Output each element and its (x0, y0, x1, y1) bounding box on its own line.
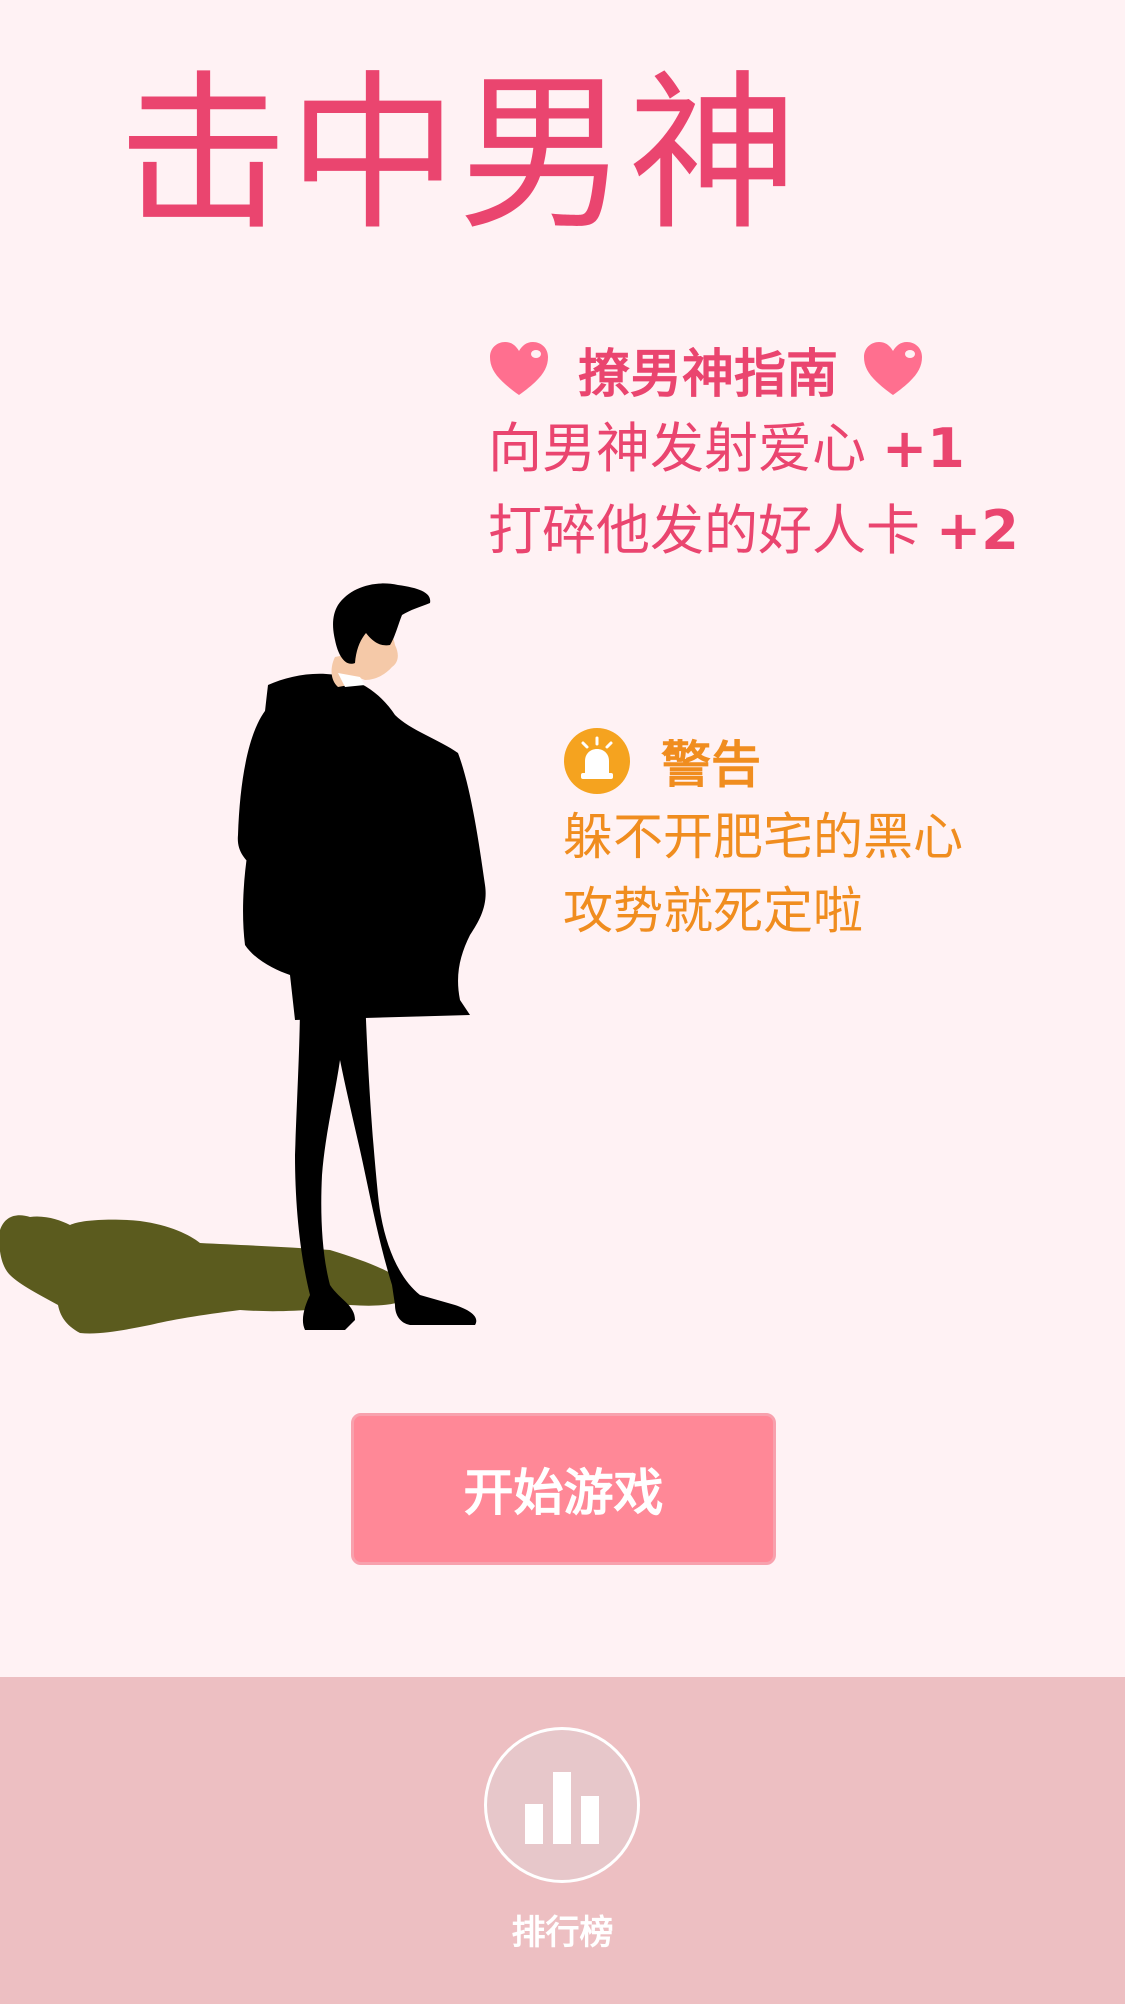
guide-rule-cards-score: +2 (936, 499, 1019, 562)
guide-panel: 撩男神指南 向男神发射爱心 +1 打碎他发的好人卡 +2 (488, 330, 1088, 572)
guide-title: 撩男神指南 (578, 344, 839, 405)
bottom-bar: 排行榜 (0, 1677, 1125, 2004)
warning-title: 警告 (661, 736, 761, 794)
heart-icon (490, 342, 548, 395)
start-game-button[interactable]: 开始游戏 (351, 1413, 776, 1565)
bar-chart-icon (525, 1772, 599, 1844)
warning-header: 警告 (563, 722, 1103, 800)
guide-rule-hearts-score: +1 (882, 417, 965, 480)
alarm-light-icon (564, 728, 630, 794)
man-in-suit-illustration (0, 583, 486, 1334)
warning-panel: 警告 躲不开肥宅的黑心 攻势就死定啦 (563, 722, 1103, 948)
warning-line-1: 躲不开肥宅的黑心 (563, 808, 963, 866)
guide-rule-cards: 打碎他发的好人卡 +2 (488, 490, 1088, 572)
heart-icon (864, 342, 923, 395)
leaderboard-label[interactable]: 排行榜 (0, 1905, 1125, 1954)
guide-rule-hearts: 向男神发射爱心 +1 (488, 408, 1088, 490)
leaderboard-button[interactable] (484, 1727, 640, 1883)
guide-header: 撩男神指南 (488, 330, 1088, 408)
guide-rule-hearts-text: 向男神发射爱心 (488, 417, 866, 480)
game-title: 击中男神 (118, 56, 799, 254)
warning-line-2: 攻势就死定啦 (563, 882, 863, 940)
guide-rule-cards-text: 打碎他发的好人卡 (488, 499, 920, 562)
